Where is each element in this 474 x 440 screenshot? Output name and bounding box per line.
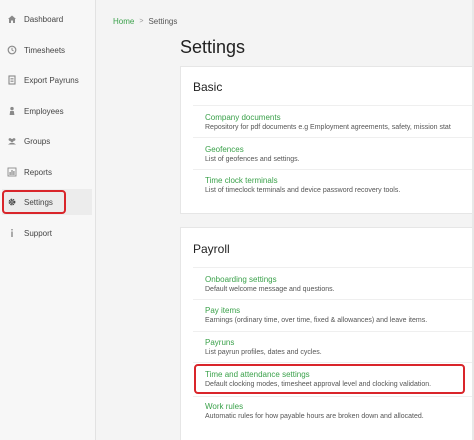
basic-card: Basic Company documents Repository for p… xyxy=(180,66,474,214)
sidebar-item-employees[interactable]: Employees xyxy=(2,98,92,124)
sidebar-item-timesheets[interactable]: Timesheets xyxy=(2,37,92,63)
list-item: Geofences List of geofences and settings… xyxy=(205,145,300,163)
sidebar-item-export-payruns[interactable]: Export Payruns xyxy=(2,67,92,93)
item-description: List payrun profiles, dates and cycles. xyxy=(205,349,322,356)
onboarding-settings-link[interactable]: Onboarding settings xyxy=(205,275,335,284)
divider xyxy=(193,299,474,300)
divider xyxy=(193,105,474,106)
breadcrumb-separator: > xyxy=(139,18,144,25)
document-icon xyxy=(7,75,17,85)
time-attendance-highlight-box xyxy=(194,364,465,394)
divider xyxy=(193,267,474,268)
item-description: List of geofences and settings. xyxy=(205,156,300,163)
divider xyxy=(193,362,474,363)
work-rules-link[interactable]: Work rules xyxy=(205,402,424,411)
home-icon xyxy=(7,14,17,24)
breadcrumb-home-link[interactable]: Home xyxy=(113,17,134,26)
sidebar: Dashboard Timesheets Export Payruns Empl… xyxy=(0,0,96,440)
sidebar-item-dashboard[interactable]: Dashboard xyxy=(2,6,92,32)
item-description: Repository for pdf documents e.g Employm… xyxy=(205,124,451,131)
sidebar-item-label: Groups xyxy=(24,136,51,146)
sidebar-item-reports[interactable]: Reports xyxy=(2,159,92,185)
settings-highlight-box xyxy=(2,190,66,214)
item-description: List of timeclock terminals and device p… xyxy=(205,187,401,194)
sidebar-item-label: Export Payruns xyxy=(24,75,79,85)
list-item: Time clock terminals List of timeclock t… xyxy=(205,176,400,194)
list-item: Onboarding settings Default welcome mess… xyxy=(205,275,335,293)
list-item: Company documents Repository for pdf doc… xyxy=(205,113,451,131)
divider xyxy=(193,137,474,138)
chart-icon xyxy=(7,167,17,177)
sidebar-item-label: Reports xyxy=(24,167,53,177)
sidebar-item-label: Dashboard xyxy=(24,14,64,24)
person-icon xyxy=(7,106,17,116)
clock-icon xyxy=(7,45,17,55)
info-icon xyxy=(7,228,17,238)
geofences-link[interactable]: Geofences xyxy=(205,145,300,154)
sidebar-item-label: Timesheets xyxy=(24,45,66,55)
payroll-card: Payroll Onboarding settings Default welc… xyxy=(180,227,474,440)
page-title: Settings xyxy=(180,37,246,57)
list-item: Work rules Automatic rules for how payab… xyxy=(205,402,424,420)
pay-items-link[interactable]: Pay items xyxy=(205,306,427,315)
payroll-card-title: Payroll xyxy=(193,242,230,256)
item-description: Earnings (ordinary time, over time, fixe… xyxy=(205,317,428,324)
sidebar-item-label: Employees xyxy=(24,106,64,116)
list-item: Pay items Earnings (ordinary time, over … xyxy=(205,306,427,324)
list-item: Payruns List payrun profiles, dates and … xyxy=(205,338,322,356)
divider xyxy=(193,169,474,170)
sidebar-item-support[interactable]: Support xyxy=(2,220,92,246)
time-clock-terminals-link[interactable]: Time clock terminals xyxy=(205,176,400,185)
sidebar-item-groups[interactable]: Groups xyxy=(2,128,92,154)
divider xyxy=(193,331,474,332)
item-description: Automatic rules for how payable hours ar… xyxy=(205,413,424,420)
sidebar-item-label: Support xyxy=(24,228,53,238)
company-documents-link[interactable]: Company documents xyxy=(205,113,451,122)
divider xyxy=(193,396,474,397)
breadcrumb-current: Settings xyxy=(148,17,178,26)
payruns-link[interactable]: Payruns xyxy=(205,338,322,347)
group-icon xyxy=(7,136,17,146)
item-description: Default welcome message and questions. xyxy=(205,286,335,293)
basic-card-title: Basic xyxy=(193,80,223,94)
breadcrumb: Home > Settings xyxy=(113,17,177,26)
